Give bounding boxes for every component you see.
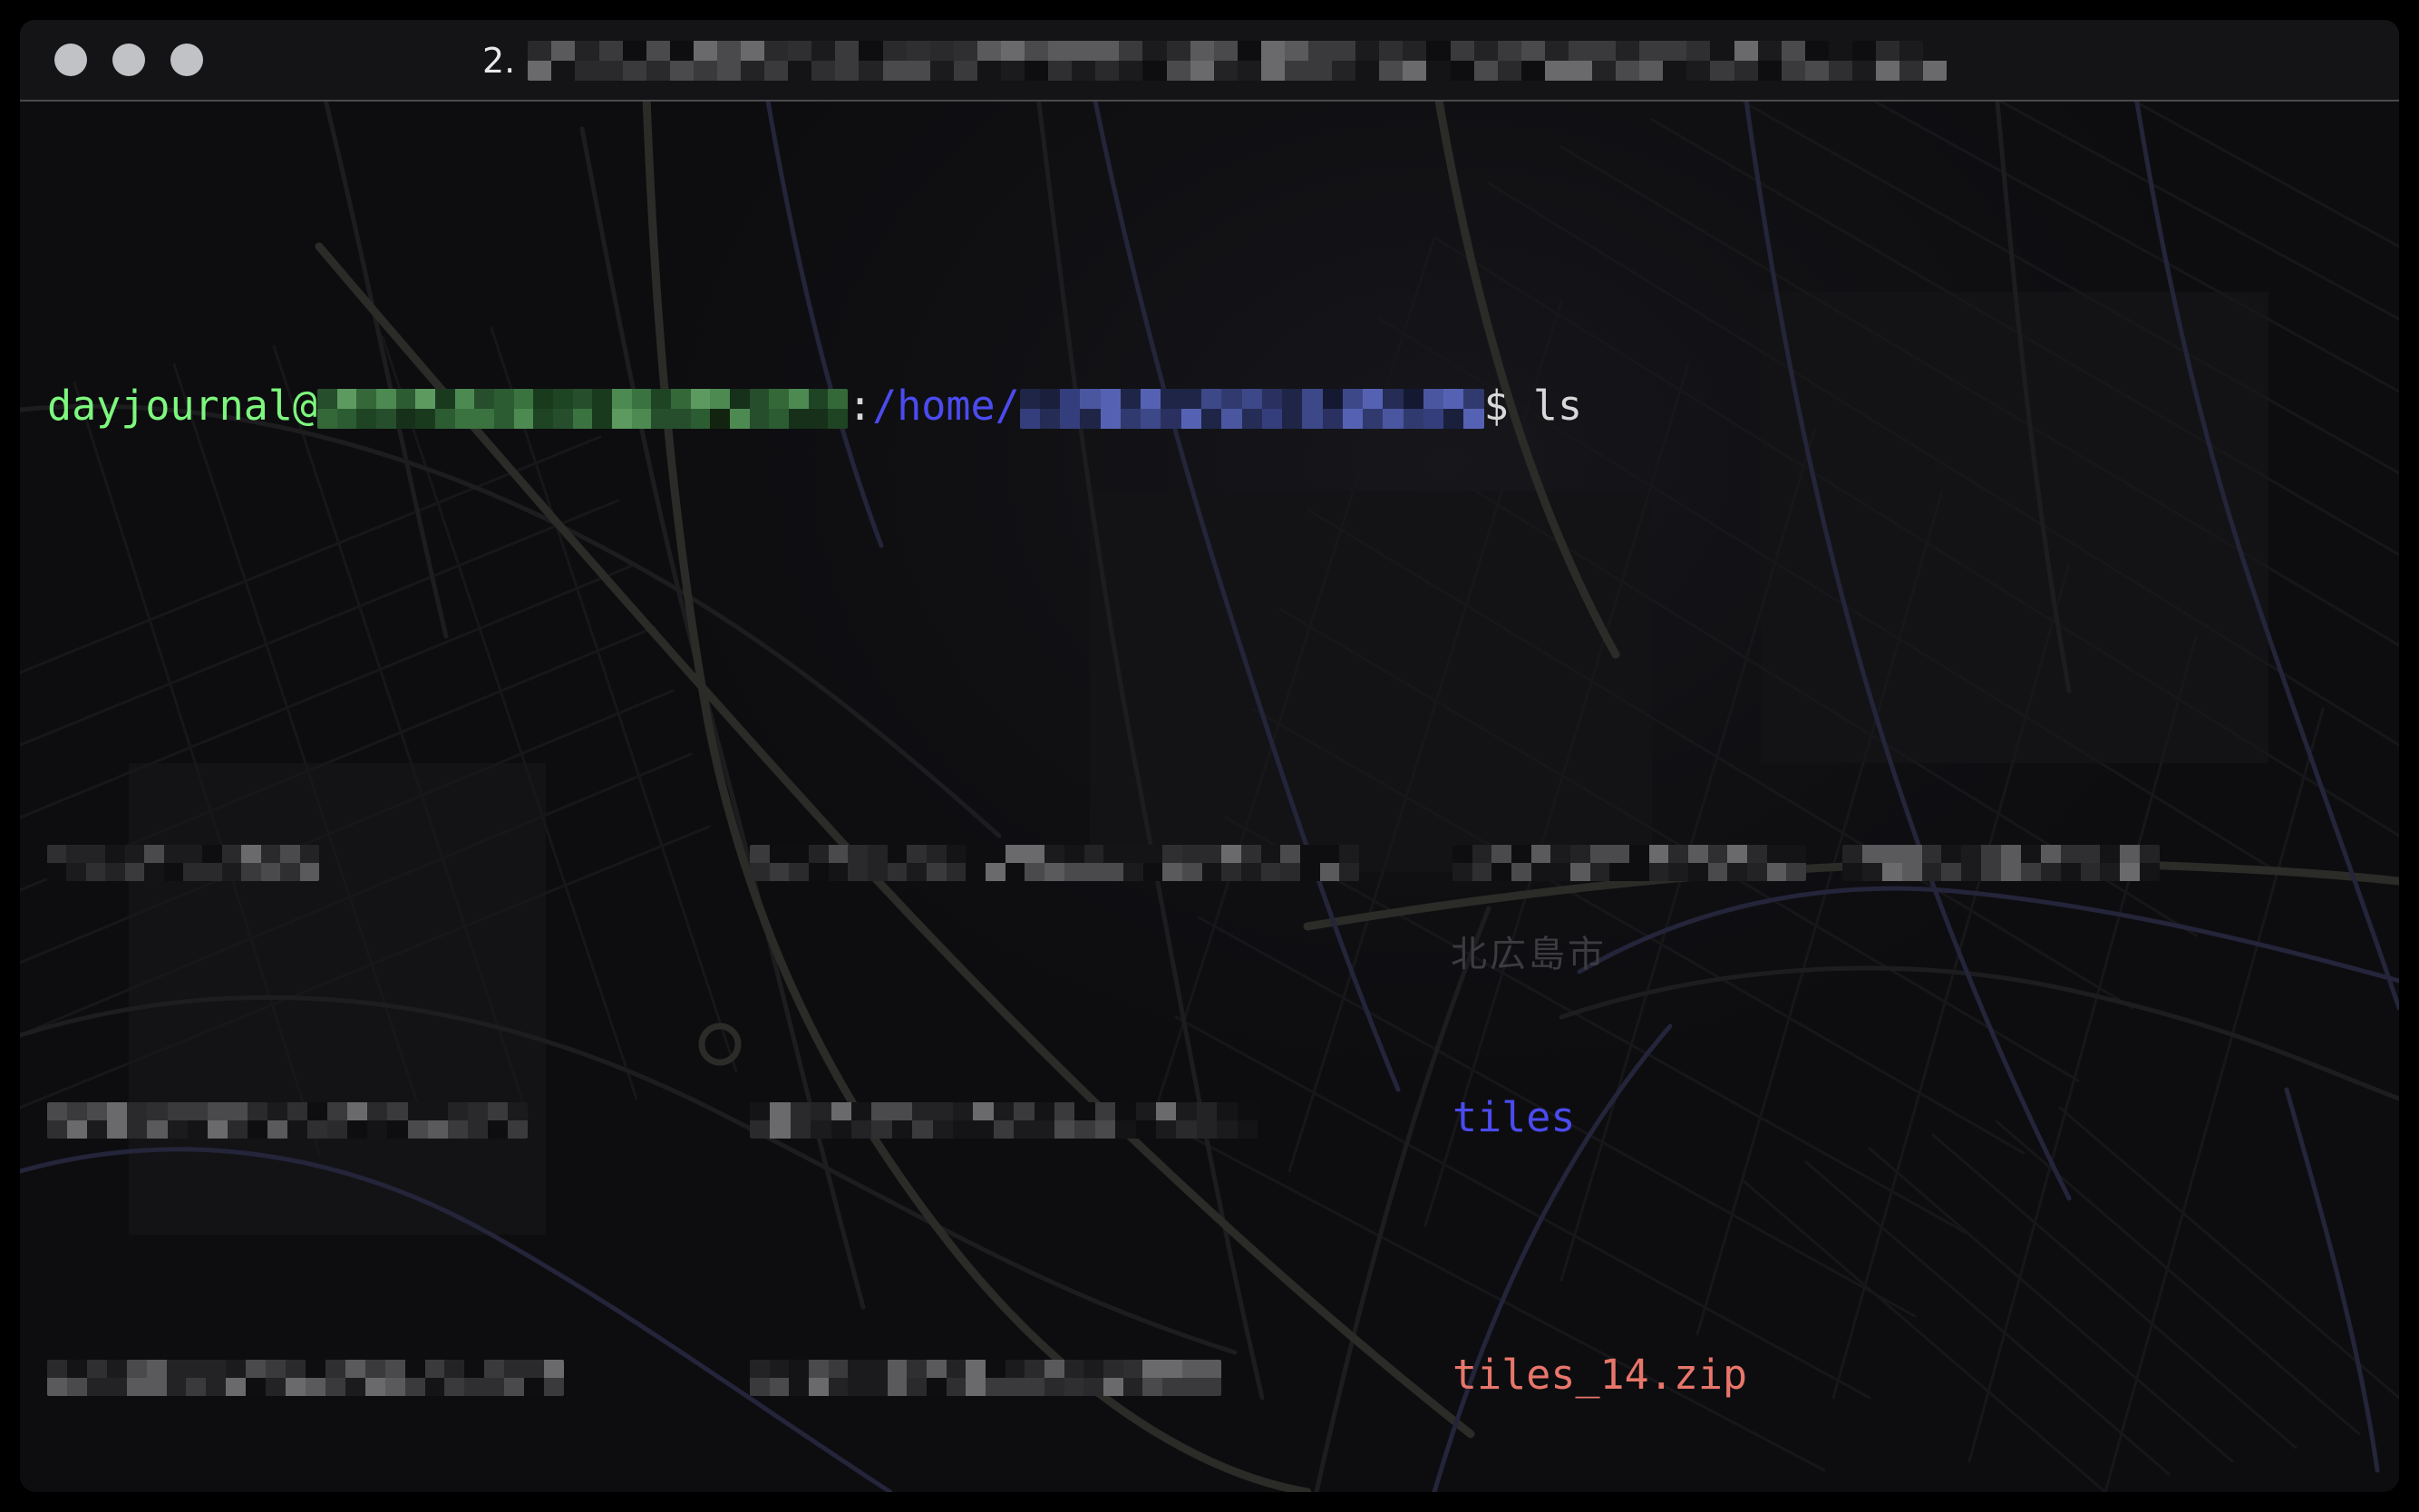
ls-entry-tiles-zip[interactable]: tiles_14.zip bbox=[1452, 1342, 1842, 1407]
ls-entry-redacted bbox=[750, 1342, 1452, 1407]
window-title-bar[interactable]: 2. bbox=[20, 20, 2399, 102]
ls-entry-redacted bbox=[750, 1085, 1452, 1149]
prompt-path-redacted bbox=[1020, 389, 1484, 429]
prompt-path-prefix: /home/ bbox=[872, 382, 1020, 430]
screenshot-root: 北広島市 2. dayjournal@:/home/$ ls tiles til… bbox=[0, 0, 2419, 1512]
prompt-separator: : bbox=[848, 382, 872, 430]
ls-entry-redacted bbox=[750, 828, 1452, 892]
ls-entry-tiles[interactable]: tiles bbox=[1452, 1085, 1842, 1149]
prompt-line-ls: dayjournal@:/home/ $ ls bbox=[47, 373, 2399, 438]
ls-output-grid: tiles tiles_14.zip bbox=[47, 695, 2399, 1492]
ls-entry-redacted bbox=[1452, 828, 1842, 892]
zoom-button[interactable] bbox=[170, 44, 203, 76]
terminal-window[interactable]: 2. dayjournal@:/home/ $ ls tiles tiles_14… bbox=[20, 20, 2399, 1492]
ls-name-redacted bbox=[750, 1360, 1221, 1396]
prompt-user: dayjournal@ bbox=[47, 382, 317, 430]
ls-row: tiles bbox=[47, 1081, 2399, 1146]
close-button[interactable] bbox=[54, 44, 87, 76]
ls-entry-redacted bbox=[1842, 828, 2232, 892]
ls-name-redacted bbox=[47, 1360, 564, 1396]
traffic-light-group bbox=[54, 44, 203, 76]
minimize-button[interactable] bbox=[112, 44, 145, 76]
ls-entry-redacted bbox=[47, 1085, 750, 1149]
window-title: 2. bbox=[20, 20, 2399, 102]
command-ls: ls bbox=[1509, 382, 1582, 430]
ls-name-redacted bbox=[47, 845, 319, 881]
ls-name-redacted bbox=[1842, 845, 2160, 881]
ls-name-redacted bbox=[47, 1102, 528, 1139]
ls-row: tiles_14.zip bbox=[47, 1339, 2399, 1403]
ls-row bbox=[47, 824, 2399, 888]
terminal-output-area[interactable]: dayjournal@:/home/ $ ls tiles tiles_14.zi… bbox=[20, 103, 2399, 1492]
ls-entry-redacted bbox=[47, 1342, 750, 1407]
ls-name-redacted bbox=[1452, 845, 1806, 881]
window-title-redacted-text bbox=[528, 41, 1947, 81]
prompt-host-redacted bbox=[317, 389, 848, 429]
ls-name-redacted bbox=[750, 1102, 1258, 1139]
prompt-symbol: $ bbox=[1484, 382, 1509, 430]
ls-entry-redacted bbox=[47, 828, 750, 892]
ls-name-redacted bbox=[750, 845, 1359, 881]
window-title-index: 2. bbox=[482, 41, 515, 81]
